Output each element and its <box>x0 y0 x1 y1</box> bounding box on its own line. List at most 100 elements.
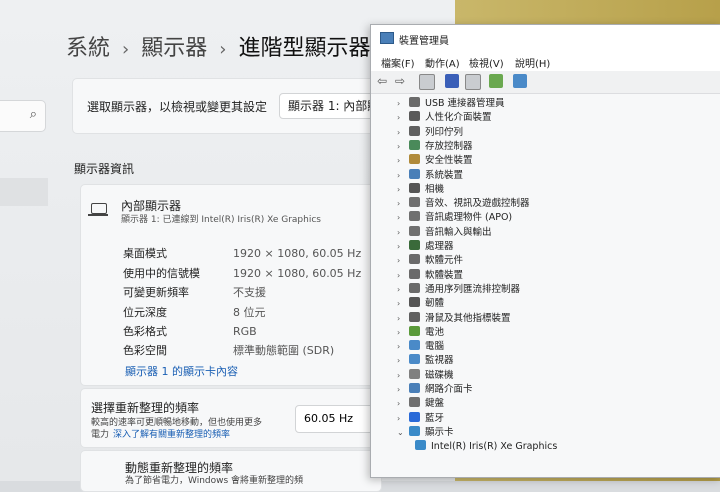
menu-help[interactable]: 說明(H) <box>515 55 550 70</box>
tree-node[interactable]: › 通用序列匯流排控制器 <box>397 282 520 297</box>
tree-node-label: Intel(R) Iris(R) Xe Graphics <box>431 441 558 453</box>
menu-action[interactable]: 動作(A) <box>425 55 460 70</box>
window-title: 裝置管理員 <box>399 36 449 47</box>
tree-node-label: 顯示卡 <box>425 426 454 438</box>
tree-node[interactable]: › 韌體 <box>397 297 444 311</box>
refresh-rate-title: 選擇重新整理的頻率 <box>91 401 200 415</box>
tree-node[interactable]: › 音訊輸入與輸出 <box>397 225 492 240</box>
device-tree: › USB 連接器管理員 › 人性化介面裝置 › 列印佇列 › 存放控制器 › 安全性裝置 › 系統裝… <box>371 94 720 477</box>
tree-node-label: 人性化介面裝置 <box>425 112 492 124</box>
tree-node[interactable]: › 相機 <box>397 182 444 197</box>
tree-node[interactable]: › 電腦 <box>397 340 444 354</box>
chevron-right-icon[interactable]: › <box>397 97 409 111</box>
tree-node-child[interactable]: Intel(R) Iris(R) Xe Graphics <box>415 440 557 454</box>
tree-node[interactable]: ⌄ 顯示卡 <box>397 425 454 440</box>
chevron-right-icon[interactable]: › <box>397 412 409 426</box>
update-driver-icon[interactable] <box>465 74 481 90</box>
refresh-rate-learn-more-link[interactable]: 深入了解有關重新整理的頻率 <box>113 430 230 440</box>
device-category-icon <box>409 240 420 250</box>
device-category-icon <box>409 340 420 351</box>
chevron-right-icon[interactable]: › <box>397 140 409 154</box>
chevron-right-icon[interactable]: › <box>397 340 409 354</box>
chevron-right-icon[interactable]: › <box>397 297 409 311</box>
device-category-icon <box>409 368 420 379</box>
tree-node[interactable]: › 系統裝置 <box>397 168 463 183</box>
display-info-heading: 顯示器資訊 <box>74 162 135 176</box>
title-bar[interactable]: 裝置管理員 <box>371 25 720 51</box>
monitor-icon[interactable] <box>513 74 527 88</box>
chevron-right-icon[interactable]: › <box>397 197 409 211</box>
tree-node[interactable]: › 音訊處理物件 (APO) <box>397 211 512 225</box>
select-display-card: 選取顯示器，以檢視或變更其設定 顯示器 1: 內部顯示器 <box>72 78 419 134</box>
info-row: 位元深度 8 位元 <box>123 306 266 319</box>
device-category-icon <box>409 197 420 208</box>
chevron-right-icon[interactable]: › <box>397 183 409 197</box>
adapter-properties-link[interactable]: 顯示器 1 的顯示卡內容 <box>125 363 238 379</box>
tree-node-label: 列印佇列 <box>425 126 464 138</box>
menu-file[interactable]: 檔案(F) <box>381 55 415 70</box>
tree-node[interactable]: › 列印佇列 <box>397 125 464 140</box>
chevron-right-icon[interactable]: › <box>397 326 409 340</box>
scan-hardware-icon[interactable] <box>489 74 503 88</box>
tree-node-label: 安全性裝置 <box>425 155 473 167</box>
tree-node[interactable]: › 人性化介面裝置 <box>397 111 492 125</box>
forward-icon[interactable]: ⇨ <box>395 74 409 88</box>
device-category-icon <box>409 425 420 436</box>
chevron-down-icon[interactable]: ⌄ <box>397 426 409 440</box>
tree-node[interactable]: › 監視器 <box>397 354 454 368</box>
breadcrumb-system[interactable]: 系統 <box>66 36 110 61</box>
chevron-right-icon[interactable]: › <box>397 383 409 397</box>
device-category-icon <box>409 182 420 193</box>
tree-node[interactable]: › 存放控制器 <box>397 139 473 154</box>
tree-node-label: 韌體 <box>425 298 445 310</box>
chevron-right-icon[interactable]: › <box>397 369 409 383</box>
properties-icon[interactable] <box>419 74 435 90</box>
tree-node[interactable]: › 磁碟機 <box>397 368 454 383</box>
tree-node-label: 電池 <box>425 326 445 338</box>
tree-node[interactable]: › 網路介面卡 <box>397 383 473 397</box>
search-box[interactable]: ⌕ <box>0 100 46 132</box>
tree-node[interactable]: › 滑鼠及其他指標裝置 <box>397 311 511 326</box>
chevron-right-icon[interactable]: › <box>397 312 409 326</box>
device-category-icon <box>409 225 420 236</box>
tree-node[interactable]: › 音效、視訊及遊戲控制器 <box>397 197 530 211</box>
back-icon[interactable]: ⇦ <box>377 74 391 88</box>
chevron-right-icon[interactable]: › <box>397 154 409 168</box>
tree-node[interactable]: › USB 連接器管理員 <box>397 97 505 111</box>
tree-node-label: 磁碟機 <box>425 369 454 381</box>
tree-node[interactable]: › 藍牙 <box>397 411 444 426</box>
select-display-label: 選取顯示器，以檢視或變更其設定 <box>87 100 268 114</box>
device-category-icon <box>409 168 420 179</box>
menu-view[interactable]: 檢視(V) <box>469 55 504 70</box>
tree-node[interactable]: › 軟體元件 <box>397 254 463 268</box>
chevron-right-icon[interactable]: › <box>397 126 409 140</box>
help-icon[interactable] <box>445 74 459 88</box>
breadcrumb-display[interactable]: 顯示器 <box>141 36 207 61</box>
tree-node[interactable]: › 處理器 <box>397 240 454 254</box>
device-category-icon <box>409 411 420 422</box>
chevron-right-icon[interactable]: › <box>397 354 409 368</box>
tree-node[interactable]: › 安全性裝置 <box>397 154 473 168</box>
device-manager-window: 裝置管理員 檔案(F) 動作(A) 檢視(V) 說明(H) ⇦ ⇨ › USB 連… <box>370 24 720 478</box>
chevron-right-icon[interactable]: › <box>397 211 409 225</box>
display-adapter-icon <box>415 440 426 451</box>
tree-node-label: 音訊處理物件 (APO) <box>425 212 513 224</box>
tree-node[interactable]: › 鍵盤 <box>397 397 444 411</box>
chevron-right-icon[interactable]: › <box>397 283 409 297</box>
chevron-right-icon[interactable]: › <box>397 111 409 125</box>
chevron-right-icon[interactable]: › <box>397 269 409 283</box>
refresh-rate-dropdown[interactable]: 60.05 Hz <box>295 405 379 433</box>
chevron-right-icon[interactable]: › <box>397 169 409 183</box>
page-title: 進階型顯示器 <box>238 36 371 61</box>
chevron-right-icon[interactable]: › <box>397 226 409 240</box>
chevron-right-icon[interactable]: › <box>397 240 409 254</box>
nav-selected-item[interactable] <box>0 178 48 206</box>
tree-node[interactable]: › 軟體裝置 <box>397 268 463 283</box>
chevron-right-icon[interactable]: › <box>397 397 409 411</box>
tree-node[interactable]: › 電池 <box>397 325 445 340</box>
tree-node-label: 電腦 <box>425 341 445 353</box>
tree-node-label: 鍵盤 <box>425 398 445 410</box>
breadcrumb: 系統 › 顯示器 › 進階型顯示器 <box>66 30 370 62</box>
chevron-right-icon[interactable]: › <box>397 254 409 268</box>
device-category-icon <box>409 325 420 336</box>
